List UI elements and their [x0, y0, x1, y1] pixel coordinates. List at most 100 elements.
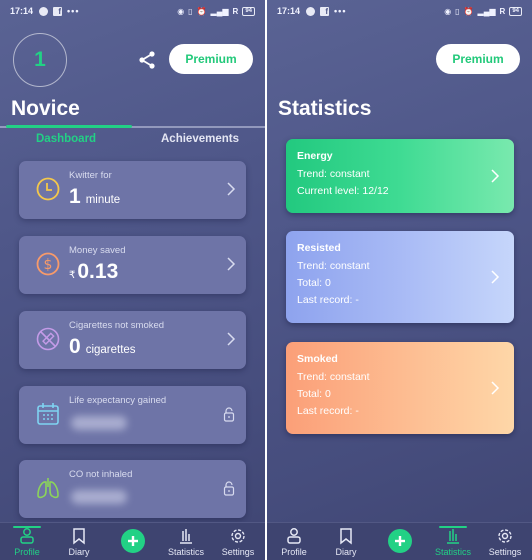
- hotspot-icon: ◉: [177, 6, 185, 16]
- battery-icon: 94: [509, 6, 522, 16]
- card-label: Cigarettes not smoked: [69, 320, 165, 331]
- card-trend: Trend: constant: [297, 260, 370, 272]
- clock-icon: [36, 177, 60, 201]
- premium-button[interactable]: Premium: [436, 44, 520, 74]
- statistics-screen: 17:14 f ••• ◉ ▯ ⏰ ▂▄▆ R 94 Premium Stati…: [267, 0, 532, 560]
- hotspot-icon: ◉: [444, 6, 452, 16]
- card-label: Kwitter for: [69, 170, 112, 181]
- add-icon: [128, 536, 138, 546]
- spotify-icon: [306, 6, 316, 16]
- nav-profile[interactable]: Profile: [2, 526, 52, 557]
- bookmark-icon: [340, 528, 352, 545]
- blurred-value: [71, 490, 127, 504]
- nav-label: Profile: [281, 547, 307, 557]
- battery-icon: 94: [242, 6, 255, 16]
- profile-screen: 17:14 f ••• ◉ ▯ ⏰ ▂▄▆ R 94 1 Premium Nov…: [0, 0, 265, 560]
- active-nav-indicator: [13, 526, 41, 528]
- card-label: Money saved: [69, 245, 126, 256]
- facebook-icon: f: [53, 6, 63, 16]
- no-cigarette-icon: [36, 327, 60, 351]
- more-dots-icon: •••: [67, 6, 80, 16]
- roaming-indicator: R: [232, 6, 239, 16]
- more-dots-icon: •••: [334, 6, 347, 16]
- card-value-unit: minute: [85, 194, 121, 206]
- quit-duration-card[interactable]: Kwitter for 1 minute: [19, 161, 246, 219]
- card-value-unit: cigarettes: [85, 344, 136, 356]
- resisted-card[interactable]: Resisted Trend: constant Total: 0 Last r…: [286, 231, 514, 323]
- page-title: Statistics: [278, 97, 372, 120]
- vibrate-icon: ▯: [188, 6, 193, 16]
- spotify-icon: [39, 6, 49, 16]
- nav-diary[interactable]: Diary: [54, 527, 104, 557]
- gear-icon: [231, 529, 245, 543]
- add-button[interactable]: [121, 529, 145, 553]
- life-expectancy-card[interactable]: Life expectancy gained: [19, 386, 246, 444]
- bottom-nav: Profile Diary Statistics Settings: [267, 522, 532, 560]
- co-not-inhaled-card[interactable]: CO not inhaled: [19, 460, 246, 518]
- bar-chart-icon: [180, 529, 192, 544]
- chevron-right-icon: [227, 332, 236, 346]
- dollar-coin-icon: $: [36, 252, 60, 276]
- card-title: Smoked: [297, 353, 338, 365]
- card-value-number: 0.13: [77, 260, 119, 283]
- tab-dashboard[interactable]: Dashboard: [36, 133, 96, 145]
- card-title: Resisted: [297, 242, 341, 254]
- active-nav-indicator: [439, 526, 467, 528]
- signal-icon: ▂▄▆: [210, 6, 229, 16]
- tab-achievements[interactable]: Achievements: [161, 133, 239, 145]
- card-trend: Trend: constant: [297, 168, 370, 180]
- level-badge[interactable]: 1: [13, 33, 67, 87]
- card-current-level: Current level: 12/12: [297, 185, 389, 197]
- card-value: 1 minute: [69, 185, 120, 209]
- nav-label: Statistics: [167, 547, 204, 557]
- alarm-icon: ⏰: [463, 6, 474, 16]
- nav-label: Diary: [335, 547, 357, 557]
- bar-chart-icon: [447, 529, 459, 544]
- add-icon: [395, 536, 405, 546]
- lock-icon: [223, 407, 235, 422]
- nav-label: Diary: [68, 547, 90, 557]
- cigarettes-not-smoked-card[interactable]: Cigarettes not smoked 0 cigarettes: [19, 311, 246, 369]
- signal-icon: ▂▄▆: [477, 6, 496, 16]
- nav-diary[interactable]: Diary: [321, 527, 371, 557]
- bottom-nav: Profile Diary Statistics Settings: [0, 522, 265, 560]
- nav-profile[interactable]: Profile: [269, 527, 319, 557]
- card-last-record: Last record: -: [297, 294, 359, 306]
- card-title: Energy: [297, 150, 333, 162]
- add-button[interactable]: [388, 529, 412, 553]
- roaming-indicator: R: [499, 6, 506, 16]
- card-label: CO not inhaled: [69, 469, 133, 480]
- page-title: Novice: [11, 97, 80, 120]
- nav-label: Profile: [14, 547, 40, 557]
- card-total: Total: 0: [297, 277, 331, 289]
- card-trend: Trend: constant: [297, 371, 370, 383]
- nav-label: Settings: [221, 547, 255, 557]
- nav-settings[interactable]: Settings: [480, 527, 530, 557]
- nav-statistics[interactable]: Statistics: [428, 526, 478, 557]
- chevron-right-icon: [491, 270, 500, 284]
- status-bar: 17:14 f ••• ◉ ▯ ⏰ ▂▄▆ R 94: [0, 0, 265, 22]
- nav-label: Statistics: [434, 547, 471, 557]
- card-label: Life expectancy gained: [69, 395, 167, 406]
- chevron-right-icon: [491, 381, 500, 395]
- lungs-icon: [37, 478, 59, 499]
- active-tab-indicator: [6, 125, 132, 128]
- money-saved-card[interactable]: $ Money saved ₹ 0.13: [19, 236, 246, 294]
- gear-icon: [498, 529, 512, 543]
- share-icon[interactable]: [137, 50, 157, 70]
- bookmark-icon: [73, 528, 85, 545]
- card-value-number: 0: [69, 335, 81, 358]
- blurred-value: [71, 416, 127, 430]
- card-last-record: Last record: -: [297, 405, 359, 417]
- premium-button[interactable]: Premium: [169, 44, 253, 74]
- nav-statistics[interactable]: Statistics: [161, 527, 211, 557]
- chevron-right-icon: [227, 257, 236, 271]
- energy-card[interactable]: Energy Trend: constant Current level: 12…: [286, 139, 514, 213]
- nav-settings[interactable]: Settings: [213, 527, 263, 557]
- card-value-number: 1: [69, 185, 81, 208]
- card-value: ₹ 0.13: [69, 260, 118, 284]
- card-total: Total: 0: [297, 388, 331, 400]
- card-value: 0 cigarettes: [69, 335, 136, 359]
- currency-symbol: ₹: [69, 270, 76, 281]
- smoked-card[interactable]: Smoked Trend: constant Total: 0 Last rec…: [286, 342, 514, 434]
